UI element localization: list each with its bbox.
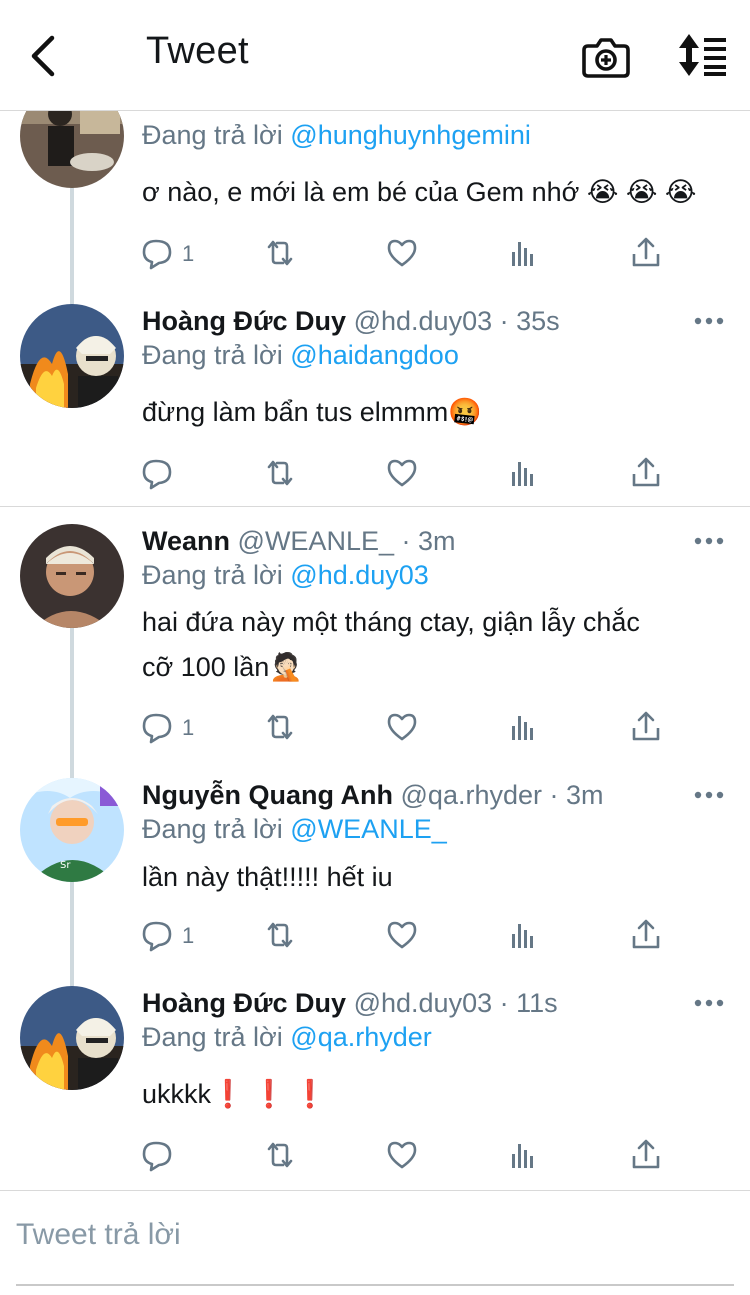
- display-name[interactable]: Hoàng Đức Duy: [142, 306, 346, 336]
- tweet-text: đừng làm bẩn tus elmmm🤬: [142, 397, 482, 427]
- analytics-icon[interactable]: [507, 456, 541, 490]
- like-icon[interactable]: [385, 1138, 419, 1172]
- reply-count: 1: [182, 923, 195, 948]
- mention-link[interactable]: @qa.rhyder: [290, 1022, 431, 1052]
- reply-indicator: Đang trả lời @haidangdoo: [142, 340, 459, 370]
- like-icon[interactable]: [385, 236, 419, 270]
- timestamp[interactable]: · 3m: [402, 526, 456, 556]
- reply-indicator: Đang trả lời @hunghuynhgemini: [142, 120, 531, 150]
- like-icon[interactable]: [385, 456, 419, 490]
- camera-plus-icon[interactable]: [582, 34, 630, 78]
- thread-line: [70, 186, 74, 306]
- tweet-header: Hoàng Đức Duy @hd.duy03 · 11s: [142, 988, 558, 1019]
- mention-link[interactable]: @hd.duy03: [290, 560, 429, 590]
- tweet-header: Weann @WEANLE_ · 3m: [142, 526, 456, 557]
- tweet-text: ơ nào, e mới là em bé của Gem nhớ 😭 😭 😭: [142, 177, 697, 207]
- tweet-text-line: hai đứa này một tháng ctay, giận lẫy chắ…: [142, 607, 640, 637]
- username[interactable]: @WEANLE_: [238, 526, 394, 556]
- share-icon[interactable]: [629, 918, 663, 952]
- reply-icon[interactable]: [141, 710, 175, 744]
- reply-icon[interactable]: [141, 456, 175, 490]
- divider: [0, 506, 750, 507]
- tweet-text-line: cỡ 100 lần🤦🏻: [142, 652, 303, 682]
- thread-line: [70, 880, 74, 988]
- tweet-feed[interactable]: Đang trả lời @hunghuynhgemini ơ nào, e m…: [0, 0, 750, 1190]
- page-title: Tweet: [146, 30, 249, 72]
- avatar[interactable]: [20, 524, 124, 628]
- thread-line: [70, 626, 74, 780]
- reply-count: 1: [182, 241, 195, 266]
- more-options-icon[interactable]: [694, 998, 724, 1008]
- analytics-icon[interactable]: [507, 236, 541, 270]
- like-icon[interactable]: [385, 710, 419, 744]
- share-icon[interactable]: [629, 1138, 663, 1172]
- reply-icon[interactable]: [141, 236, 175, 270]
- top-nav-bar: Tweet: [0, 0, 750, 111]
- svg-text:Sr: Sr: [60, 860, 71, 871]
- avatar[interactable]: [20, 986, 124, 1090]
- reply-input-underline: [16, 1284, 734, 1286]
- share-icon[interactable]: [629, 456, 663, 490]
- analytics-icon[interactable]: [507, 918, 541, 952]
- tweet-header: Hoàng Đức Duy @hd.duy03 · 35s: [142, 306, 560, 337]
- avatar[interactable]: Sr: [20, 778, 124, 882]
- mention-link[interactable]: @hunghuynhgemini: [290, 120, 531, 150]
- analytics-icon[interactable]: [507, 710, 541, 744]
- username[interactable]: @qa.rhyder: [401, 780, 542, 810]
- analytics-icon[interactable]: [507, 1138, 541, 1172]
- display-name[interactable]: Weann: [142, 526, 230, 556]
- reply-icon[interactable]: [141, 918, 175, 952]
- timestamp[interactable]: · 11s: [500, 988, 558, 1018]
- reply-input[interactable]: Tweet trả lời: [16, 1218, 181, 1252]
- mention-link[interactable]: @WEANLE_: [290, 814, 446, 844]
- reply-icon[interactable]: [141, 1138, 175, 1172]
- tweet-text: hai đứa này một tháng ctay, giận lẫy chắ…: [142, 600, 640, 690]
- mention-link[interactable]: @haidangdoo: [290, 340, 459, 370]
- sort-icon[interactable]: [676, 34, 728, 76]
- timestamp[interactable]: · 3m: [550, 780, 604, 810]
- more-options-icon[interactable]: [694, 316, 724, 326]
- reply-indicator: Đang trả lời @WEANLE_: [142, 814, 447, 844]
- avatar[interactable]: [20, 304, 124, 408]
- username[interactable]: @hd.duy03: [354, 306, 493, 336]
- reply-indicator: Đang trả lời @hd.duy03: [142, 560, 429, 590]
- username[interactable]: @hd.duy03: [354, 988, 493, 1018]
- more-options-icon[interactable]: [694, 790, 724, 800]
- chevron-left-icon[interactable]: [22, 34, 66, 78]
- reply-count: 1: [182, 715, 195, 740]
- retweet-icon[interactable]: [263, 1138, 297, 1172]
- share-icon[interactable]: [629, 236, 663, 270]
- display-name[interactable]: Hoàng Đức Duy: [142, 988, 346, 1018]
- tweet-text: ukkkk❗ ❗ ❗: [142, 1079, 327, 1109]
- tweet-text: lần này thật!!!!! hết iu: [142, 862, 393, 892]
- retweet-icon[interactable]: [263, 236, 297, 270]
- retweet-icon[interactable]: [263, 456, 297, 490]
- timestamp[interactable]: · 35s: [500, 306, 560, 336]
- share-icon[interactable]: [629, 710, 663, 744]
- retweet-icon[interactable]: [263, 918, 297, 952]
- tweet-header: Nguyễn Quang Anh @qa.rhyder · 3m: [142, 780, 604, 811]
- more-options-icon[interactable]: [694, 536, 724, 546]
- reply-indicator: Đang trả lời @qa.rhyder: [142, 1022, 432, 1052]
- like-icon[interactable]: [385, 918, 419, 952]
- display-name[interactable]: Nguyễn Quang Anh: [142, 780, 393, 810]
- retweet-icon[interactable]: [263, 710, 297, 744]
